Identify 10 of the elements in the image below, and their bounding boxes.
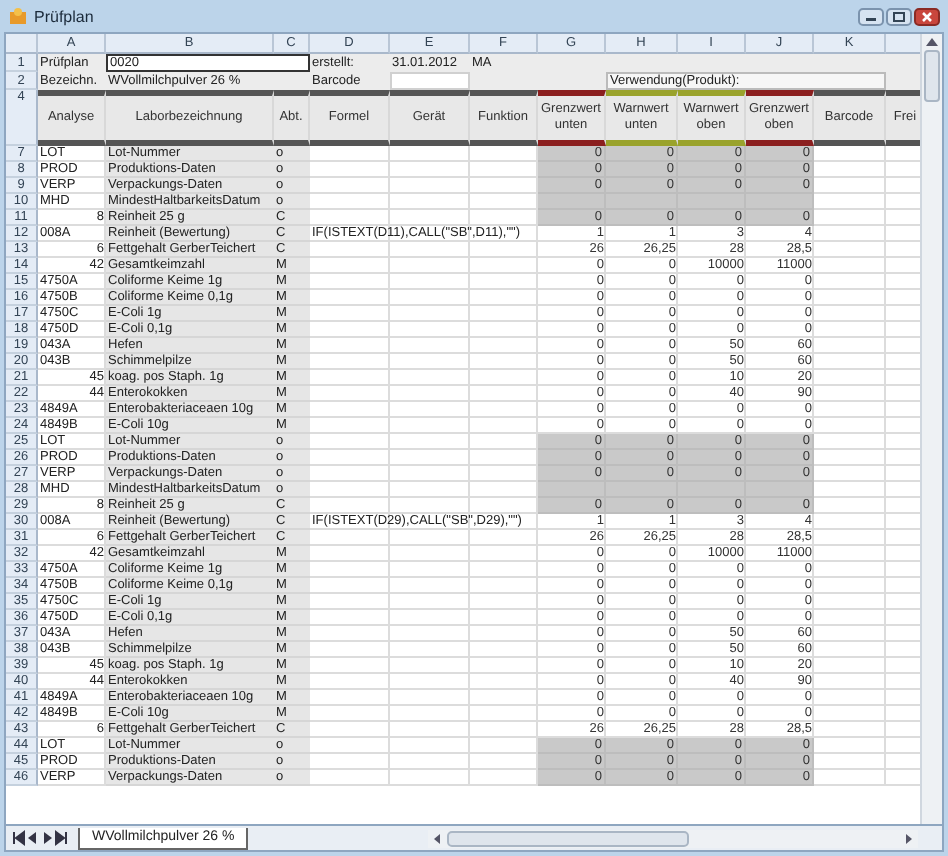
input-field[interactable] xyxy=(390,72,470,90)
scroll-thumb[interactable] xyxy=(924,50,940,102)
maximize-button[interactable] xyxy=(886,7,912,25)
window-title: Prüfplan xyxy=(34,7,96,25)
select-all-corner[interactable] xyxy=(6,34,38,54)
scroll-up-icon[interactable] xyxy=(926,36,938,46)
app-icon xyxy=(8,6,28,26)
vertical-scrollbar[interactable] xyxy=(920,34,942,824)
minimize-button[interactable] xyxy=(858,7,884,25)
close-button[interactable] xyxy=(914,7,940,25)
